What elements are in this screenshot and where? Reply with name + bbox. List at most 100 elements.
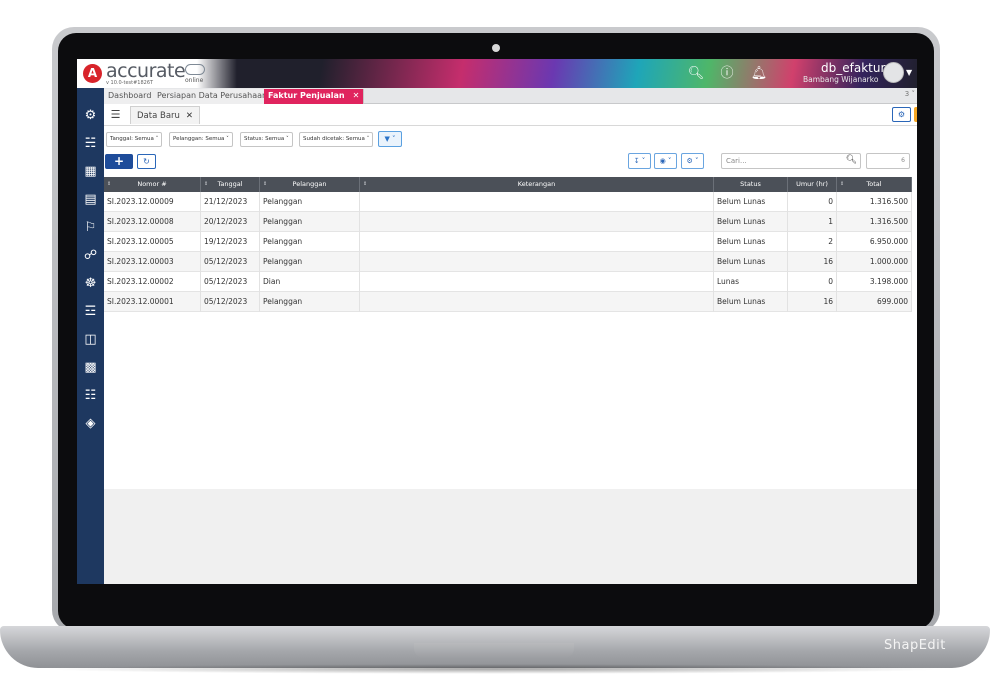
close-icon[interactable]: ✕ [353, 91, 360, 100]
column-header-keterangan[interactable]: ⇕ Keterangan [360, 177, 714, 192]
cell-status: Belum Lunas [714, 212, 788, 232]
gear-icon[interactable]: ⚙ [81, 106, 100, 125]
cell-tanggal: 19/12/2023 [201, 232, 260, 252]
warehouse-icon[interactable]: ◫ [81, 330, 100, 349]
tab-faktur-penjualan[interactable]: Faktur Penjualan ✕ [264, 89, 365, 104]
avatar[interactable] [883, 62, 904, 83]
cell-pelanggan: Pelanggan [260, 212, 360, 232]
filter-status[interactable]: Status: Semua ˅ [240, 132, 293, 147]
settings-button[interactable]: ⚙ [892, 107, 911, 122]
search-input[interactable] [726, 154, 841, 168]
column-header-nomor[interactable]: ⇕ Nomor # [104, 177, 201, 192]
filter-pelanggan[interactable]: Pelanggan: Semua ˅ [169, 132, 233, 147]
table-row[interactable]: SI.2023.12.00001 05/12/2023 Pelanggan Be… [104, 292, 912, 312]
logo[interactable]: A accurate online v 10.0-test#1826T [77, 59, 237, 88]
cart-icon[interactable]: ☸ [81, 274, 100, 293]
close-icon[interactable]: ✕ [186, 111, 193, 121]
cell-tanggal: 20/12/2023 [201, 212, 260, 232]
subtab-data-baru[interactable]: Data Baru ✕ [130, 106, 201, 124]
table-row[interactable]: SI.2023.12.00003 05/12/2023 Pelanggan Be… [104, 252, 912, 272]
cell-total: 699.000 [837, 292, 912, 312]
cell-pelanggan: Pelanggan [260, 292, 360, 312]
funnel-icon[interactable]: ▼ ˅ [378, 131, 402, 147]
cell-nomor: SI.2023.12.00001 [104, 292, 201, 312]
building-icon[interactable]: ▦ [81, 162, 100, 181]
search-icon[interactable]: 🔍︎ [846, 155, 857, 165]
column-header-status[interactable]: Status [714, 177, 788, 192]
cell-total: 3.198.000 [837, 272, 912, 292]
filter-label: Status: Semua [244, 136, 285, 142]
tab-bar: Dashboard Persiapan Data Perusahaan Fakt… [104, 88, 917, 104]
column-header-pelanggan[interactable]: ⇕ Pelanggan [260, 177, 360, 192]
user-name: Bambang Wijanarko [803, 75, 879, 84]
tab-counter[interactable]: 3 ˅ [905, 90, 915, 98]
column-label: Tanggal [217, 180, 243, 188]
logo-mark-icon: A [83, 64, 102, 83]
help-icon[interactable]: ⓘ [716, 63, 738, 85]
cell-keterangan [360, 272, 714, 292]
search-icon[interactable]: 🔍︎ [685, 63, 707, 85]
cell-total: 6.950.000 [837, 232, 912, 252]
cell-status: Belum Lunas [714, 192, 788, 212]
app-screen: A accurate online v 10.0-test#1826T 🔍︎ ⓘ… [77, 59, 917, 584]
table-row[interactable]: SI.2023.12.00002 05/12/2023 Dian Lunas 0… [104, 272, 912, 292]
sort-icon: ⇕ [363, 181, 368, 187]
ledger-icon[interactable]: ▤ [81, 190, 100, 209]
bank-icon[interactable]: ☵ [81, 134, 100, 153]
cell-tanggal: 05/12/2023 [201, 292, 260, 312]
add-button[interactable]: + [105, 154, 133, 169]
table-row[interactable]: SI.2023.12.00008 20/12/2023 Pelanggan Be… [104, 212, 912, 232]
table-row[interactable]: SI.2023.12.00005 19/12/2023 Pelanggan Be… [104, 232, 912, 252]
column-header-total[interactable]: ⇕ Total [837, 177, 912, 192]
cell-keterangan [360, 212, 714, 232]
table-header: ⇕ Nomor # ⇕ Tanggal ⇕ Pelanggan ⇕ Keterangan… [104, 177, 912, 192]
cash-icon[interactable]: ☍ [81, 246, 100, 265]
table-row[interactable]: SI.2023.12.00009 21/12/2023 Pelanggan Be… [104, 192, 912, 212]
trolley-icon[interactable]: ☲ [81, 302, 100, 321]
cloud-icon [185, 64, 205, 75]
list-icon[interactable]: ☰ [108, 107, 123, 122]
column-label: Nomor # [137, 180, 167, 188]
cell-umur: 0 [788, 272, 837, 292]
cell-pelanggan: Pelanggan [260, 232, 360, 252]
watermark: ShapEdit [884, 638, 946, 653]
assets-icon[interactable]: ⚐ [81, 218, 100, 237]
cell-status: Belum Lunas [714, 252, 788, 272]
cell-umur: 16 [788, 292, 837, 312]
column-label: Pelanggan [292, 180, 327, 188]
tab-dashboard[interactable]: Dashboard [104, 89, 157, 104]
cell-nomor: SI.2023.12.00008 [104, 212, 201, 232]
print-icon[interactable]: ◉ ˅ [654, 153, 677, 169]
column-label: Keterangan [517, 180, 556, 188]
production-icon[interactable]: ▩ [81, 358, 100, 377]
cell-pelanggan: Pelanggan [260, 252, 360, 272]
laptop-shadow [40, 664, 950, 674]
filter-tanggal[interactable]: Tanggal: Semua ˅ [106, 132, 163, 147]
camera-icon [492, 44, 500, 52]
settings-icon[interactable]: ⚙ ˅ [681, 153, 704, 169]
bell-icon[interactable]: 🔔︎ [748, 63, 770, 85]
report-icon[interactable]: ☷ [81, 386, 100, 405]
top-bar: A accurate online v 10.0-test#1826T 🔍︎ ⓘ… [77, 59, 917, 88]
download-icon[interactable]: ↧ ˅ [628, 153, 651, 169]
tab-persiapan-data-perusahaan[interactable]: Persiapan Data Perusahaan [153, 89, 273, 104]
cell-status: Lunas [714, 272, 788, 292]
sort-icon: ⇕ [204, 181, 209, 187]
lightbulb-icon[interactable]: ● [914, 107, 917, 122]
cell-umur: 1 [788, 212, 837, 232]
database-name: db_efaktur [821, 61, 886, 75]
cell-keterangan [360, 192, 714, 212]
column-header-tanggal[interactable]: ⇕ Tanggal [201, 177, 260, 192]
cell-status: Belum Lunas [714, 292, 788, 312]
refresh-icon[interactable]: ↻ [137, 154, 156, 169]
cell-tanggal: 05/12/2023 [201, 252, 260, 272]
column-header-umur[interactable]: Umur (hr) [788, 177, 837, 192]
cell-nomor: SI.2023.12.00005 [104, 232, 201, 252]
filter-sudah-dicetak[interactable]: Sudah dicetak: Semua ˅ [299, 132, 374, 147]
chart-icon[interactable]: ◈ [81, 414, 100, 433]
cell-total: 1.316.500 [837, 192, 912, 212]
tab-count: 3 [904, 90, 910, 98]
cell-pelanggan: Pelanggan [260, 192, 360, 212]
column-label: Status [740, 180, 761, 188]
chevron-down-icon[interactable]: ▼ [906, 68, 912, 77]
